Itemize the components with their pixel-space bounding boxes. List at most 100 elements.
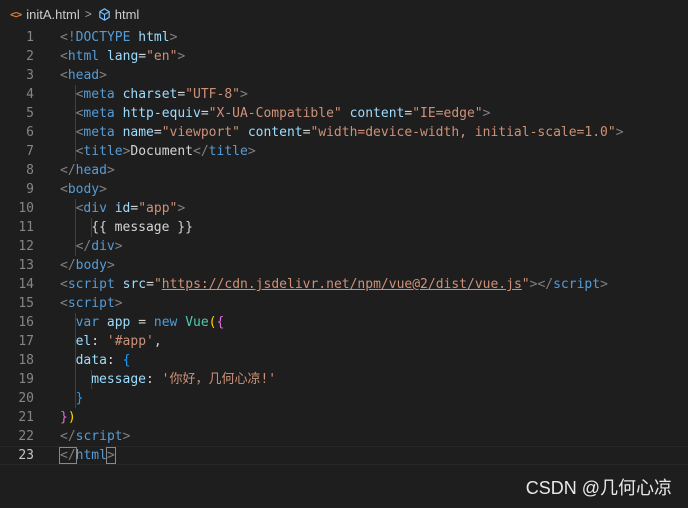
breadcrumb-file-name[interactable]: initA.html xyxy=(26,7,79,22)
code-line[interactable]: 6 <meta name="viewport" content="width=de… xyxy=(0,123,688,142)
code-line[interactable]: 13 </body> xyxy=(0,256,688,275)
code-line[interactable]: 22 </script> xyxy=(0,427,688,446)
code-line[interactable]: 12 </div> xyxy=(0,237,688,256)
code-line[interactable]: 21}) xyxy=(0,408,688,427)
code-text: <div id="app"> xyxy=(76,199,186,218)
code-line[interactable]: 4 <meta charset="UTF-8"> xyxy=(0,85,688,104)
code-token: > xyxy=(122,429,131,444)
code-token: "viewport" xyxy=(161,125,240,140)
code-token: script xyxy=(67,277,115,292)
code-token: script xyxy=(67,296,115,311)
code-line[interactable]: 11 {{ message }} xyxy=(0,218,688,237)
code-token: DOCTYPE xyxy=(75,30,131,45)
code-line[interactable]: 20} xyxy=(0,389,688,408)
breadcrumb-element-name[interactable]: html xyxy=(115,7,140,22)
code-text: message: '你好，几何心凉!' xyxy=(91,370,276,389)
indent-guide xyxy=(75,199,77,256)
line-number: 11 xyxy=(18,220,34,235)
code-token: < xyxy=(60,68,68,83)
code-text: <script src="https://cdn.jsdelivr.net/np… xyxy=(60,275,608,294)
line-number: 14 xyxy=(18,277,34,292)
code-token: = xyxy=(177,87,186,102)
code-line[interactable]: 9 <body> xyxy=(0,180,688,199)
code-line[interactable]: 3 <head> xyxy=(0,66,688,85)
code-token: : xyxy=(91,334,107,349)
code-token: div xyxy=(83,201,107,216)
line-number: 8 xyxy=(26,163,34,178)
code-text: <meta http-equiv="X-UA-Compatible" conte… xyxy=(76,104,491,123)
code-token: meta xyxy=(83,106,115,121)
code-token: > xyxy=(239,87,248,102)
breadcrumb: <> initA.html > html xyxy=(0,0,688,28)
code-token: > xyxy=(600,277,608,292)
line-number: 1 xyxy=(26,30,34,45)
code-token: { xyxy=(122,353,131,368)
code-token: "width=device-width, initial-scale=1.0" xyxy=(310,125,616,140)
code-text: <body> xyxy=(60,180,107,199)
code-line[interactable]: 16 var app = new Vue({ xyxy=(0,313,688,332)
code-token: </ xyxy=(59,447,77,464)
code-token: : xyxy=(106,353,123,368)
code-token: message xyxy=(91,372,146,387)
code-line[interactable]: 23 </html> xyxy=(0,446,688,465)
code-line[interactable]: 10 <div id="app"> xyxy=(0,199,688,218)
code-token: : xyxy=(145,372,162,387)
code-line[interactable]: 15 <script> xyxy=(0,294,688,313)
line-number: 22 xyxy=(18,429,34,444)
code-token: http-equiv xyxy=(122,106,201,121)
code-token: html xyxy=(67,49,100,64)
line-number: 23 xyxy=(18,448,34,463)
code-token: head xyxy=(67,68,100,83)
code-token: '#app' xyxy=(106,334,154,349)
code-token: > xyxy=(247,144,256,159)
code-token: id xyxy=(114,201,131,216)
line-number: 10 xyxy=(18,201,34,216)
code-line[interactable]: 1 <!DOCTYPE html> xyxy=(0,28,688,47)
line-number: 3 xyxy=(26,68,34,83)
code-line[interactable]: 17 el: '#app', xyxy=(0,332,688,351)
code-token: body xyxy=(67,182,100,197)
code-token: </ xyxy=(75,239,92,254)
html-file-icon: <> xyxy=(10,7,22,21)
line-number: 6 xyxy=(26,125,34,140)
code-line[interactable]: 14 <script src="https://cdn.jsdelivr.net/… xyxy=(0,275,688,294)
code-token: } xyxy=(75,391,84,406)
code-token: "X-UA-Compatible" xyxy=(208,106,342,121)
code-line[interactable]: 19 message: '你好，几何心凉!' xyxy=(0,370,688,389)
code-token: data xyxy=(75,353,107,368)
code-token: > xyxy=(106,258,115,273)
code-token: = xyxy=(138,49,147,64)
code-token: < xyxy=(60,49,68,64)
code-text: <meta name="viewport" content="width=dev… xyxy=(76,123,624,142)
code-token: = xyxy=(146,277,154,292)
line-number: 20 xyxy=(18,391,34,406)
code-token: html xyxy=(138,30,170,45)
code-line[interactable]: 2 <html lang="en"> xyxy=(0,47,688,66)
watermark: CSDN @几何心凉 xyxy=(525,478,672,498)
code-line[interactable]: 5 <meta http-equiv="X-UA-Compatible" cont… xyxy=(0,104,688,123)
code-token: var xyxy=(75,315,100,330)
code-token: charset xyxy=(122,87,178,102)
code-text: </html> xyxy=(59,447,116,464)
code-token: } xyxy=(60,410,68,425)
html-element-icon xyxy=(97,7,112,22)
code-editor[interactable]: 1 <!DOCTYPE html> 2 <html lang="en"> 3 <head>… xyxy=(0,28,688,508)
code-text: <!DOCTYPE html> xyxy=(60,28,177,47)
code-token: {{ message }} xyxy=(91,220,193,235)
code-line[interactable]: 7 <title>Document</title> xyxy=(0,142,688,161)
line-number: 9 xyxy=(26,182,34,197)
code-text: </script> xyxy=(60,427,130,446)
code-line[interactable]: 8 </head> xyxy=(0,161,688,180)
code-token: content xyxy=(349,106,405,121)
code-line[interactable]: 18 data: { xyxy=(0,351,688,370)
code-text: </head> xyxy=(60,161,115,180)
code-text: <meta charset="UTF-8"> xyxy=(76,85,248,104)
indent-guide xyxy=(90,370,92,389)
code-token: > xyxy=(106,163,115,178)
